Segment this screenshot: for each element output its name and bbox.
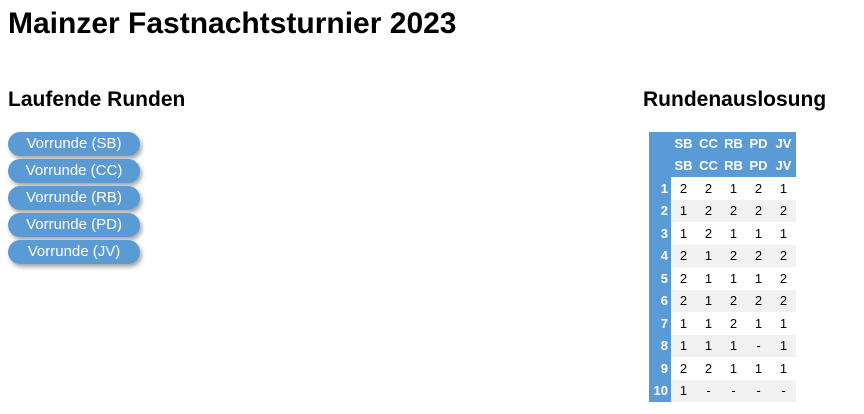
table-cell: 1 xyxy=(771,357,796,380)
round-number: 1 xyxy=(649,177,671,200)
table-cell: 2 xyxy=(696,357,721,380)
table-cell: 2 xyxy=(671,244,696,267)
round-button-sb[interactable]: Vorrunde (SB) xyxy=(8,132,140,156)
table-cell: 2 xyxy=(671,289,696,312)
round-number: 10 xyxy=(649,379,671,402)
round-button-pd[interactable]: Vorrunde (PD) xyxy=(8,213,140,237)
draw-table-column-header: PD xyxy=(746,154,771,177)
round-number: 4 xyxy=(649,244,671,267)
round-button-list: Vorrunde (SB) Vorrunde (CC) Vorrunde (RB… xyxy=(8,132,185,264)
round-number: 2 xyxy=(649,199,671,222)
table-cell: 2 xyxy=(771,267,796,290)
table-cell: 1 xyxy=(746,312,771,335)
table-cell: 2 xyxy=(671,177,696,200)
draw-table-header-row: SB CC RB PD JV xyxy=(649,154,796,177)
table-row: 6 2 1 2 2 2 xyxy=(649,289,796,312)
draw-table-column-header: RB xyxy=(721,154,746,177)
round-number: 8 xyxy=(649,334,671,357)
round-number: 3 xyxy=(649,222,671,245)
table-cell: 1 xyxy=(671,379,696,402)
table-cell: 2 xyxy=(771,244,796,267)
table-cell: 2 xyxy=(671,357,696,380)
table-row: 5 2 1 1 1 2 xyxy=(649,267,796,290)
table-row: 1 2 2 1 2 1 xyxy=(649,177,796,200)
table-cell: - xyxy=(771,379,796,402)
table-cell: 1 xyxy=(746,222,771,245)
table-row: 9 2 2 1 1 1 xyxy=(649,357,796,380)
table-cell: 2 xyxy=(721,244,746,267)
table-cell: 1 xyxy=(696,267,721,290)
round-number: 5 xyxy=(649,267,671,290)
draw-table-corner xyxy=(649,154,671,177)
table-cell: 1 xyxy=(671,312,696,335)
round-button-rb[interactable]: Vorrunde (RB) xyxy=(8,186,140,210)
round-button-cc[interactable]: Vorrunde (CC) xyxy=(8,159,140,183)
draw-section: Rundenauslosung xyxy=(643,86,826,114)
table-row: 4 2 1 2 2 2 xyxy=(649,244,796,267)
table-row: 3 1 2 1 1 1 xyxy=(649,222,796,245)
round-number: 6 xyxy=(649,289,671,312)
table-cell: 1 xyxy=(721,334,746,357)
table-row: 10 1 - - - - xyxy=(649,379,796,402)
draw-table-column-header: PD xyxy=(746,132,771,155)
table-cell: 2 xyxy=(696,177,721,200)
table-cell: - xyxy=(746,379,771,402)
round-button-jv[interactable]: Vorrunde (JV) xyxy=(8,240,140,264)
table-cell: 1 xyxy=(721,267,746,290)
table-cell: - xyxy=(746,334,771,357)
draw-table: SB CC RB PD JV SB CC RB PD JV 1 2 2 1 2 … xyxy=(649,132,796,402)
table-cell: 2 xyxy=(696,199,721,222)
draw-table-column-header: CC xyxy=(696,132,721,155)
table-cell: 2 xyxy=(746,199,771,222)
table-cell: 2 xyxy=(771,289,796,312)
table-cell: 1 xyxy=(771,222,796,245)
table-cell: 2 xyxy=(721,312,746,335)
table-row: 7 1 1 2 1 1 xyxy=(649,312,796,335)
table-cell: 2 xyxy=(721,199,746,222)
table-cell: - xyxy=(721,379,746,402)
round-number: 7 xyxy=(649,312,671,335)
table-cell: 1 xyxy=(696,334,721,357)
draw-table-column-header: CC xyxy=(696,154,721,177)
page-title: Mainzer Fastnachtsturnier 2023 xyxy=(8,7,457,40)
draw-table-column-header: SB xyxy=(671,132,696,155)
round-number: 9 xyxy=(649,357,671,380)
draw-table-column-header: RB xyxy=(721,132,746,155)
table-cell: 1 xyxy=(696,244,721,267)
table-cell: 2 xyxy=(671,267,696,290)
table-cell: 1 xyxy=(671,334,696,357)
draw-table-column-header: JV xyxy=(771,154,796,177)
running-rounds-heading: Laufende Runden xyxy=(8,88,186,111)
table-cell: 2 xyxy=(746,177,771,200)
table-cell: - xyxy=(696,379,721,402)
table-cell: 1 xyxy=(671,199,696,222)
table-cell: 2 xyxy=(746,289,771,312)
table-cell: 1 xyxy=(696,312,721,335)
table-cell: 1 xyxy=(721,177,746,200)
table-cell: 1 xyxy=(771,334,796,357)
table-cell: 1 xyxy=(746,267,771,290)
table-cell: 1 xyxy=(721,222,746,245)
table-cell: 2 xyxy=(771,199,796,222)
running-rounds-section: Laufende Runden Vorrunde (SB) Vorrunde (… xyxy=(8,86,185,264)
table-cell: 2 xyxy=(696,222,721,245)
draw-table-header-row: SB CC RB PD JV xyxy=(649,132,796,155)
table-row: 8 1 1 1 - 1 xyxy=(649,334,796,357)
table-cell: 1 xyxy=(671,222,696,245)
table-cell: 2 xyxy=(721,289,746,312)
table-cell: 1 xyxy=(771,177,796,200)
table-cell: 1 xyxy=(696,289,721,312)
table-cell: 1 xyxy=(721,357,746,380)
draw-table-column-header: JV xyxy=(771,132,796,155)
table-cell: 1 xyxy=(746,357,771,380)
draw-heading: Rundenauslosung xyxy=(643,88,827,111)
draw-table-corner xyxy=(649,132,671,155)
table-row: 2 1 2 2 2 2 xyxy=(649,199,796,222)
table-cell: 2 xyxy=(746,244,771,267)
draw-table-column-header: SB xyxy=(671,154,696,177)
table-cell: 1 xyxy=(771,312,796,335)
